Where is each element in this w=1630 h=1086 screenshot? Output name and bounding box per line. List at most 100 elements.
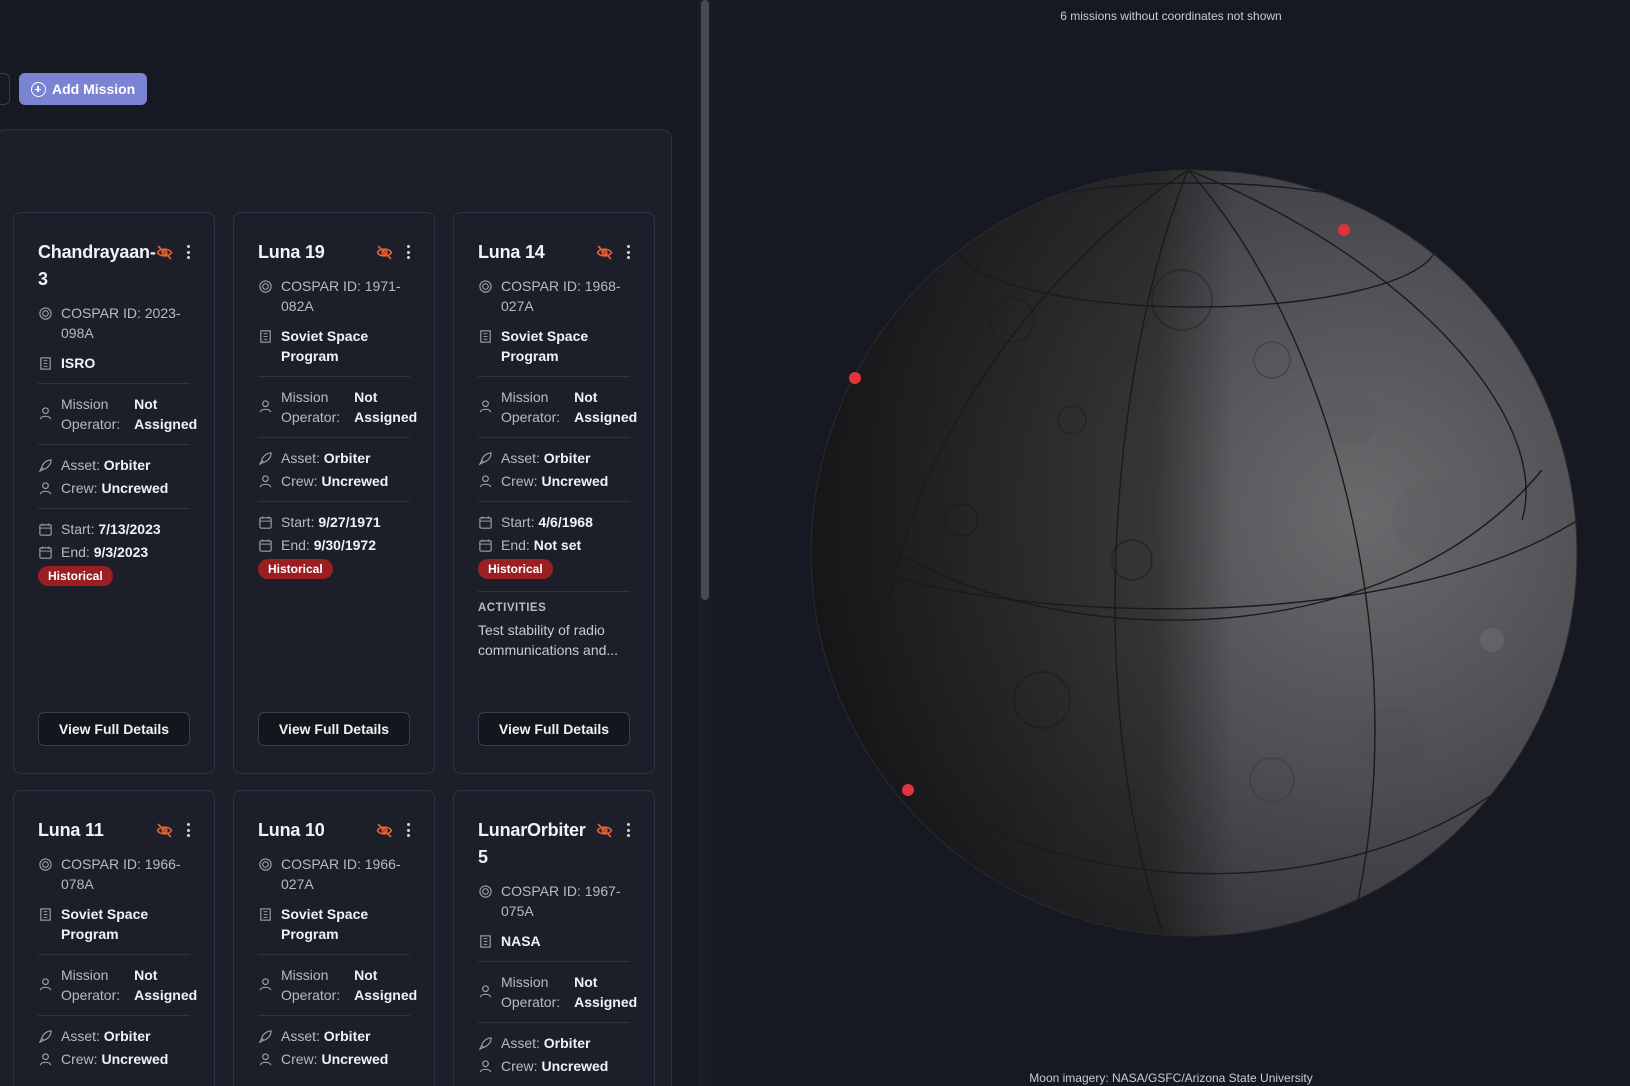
view-full-details-button[interactable]: View Full Details <box>478 712 630 746</box>
add-mission-button[interactable]: Add Mission <box>19 73 148 105</box>
scrollbar-thumb[interactable] <box>701 0 709 600</box>
toolbar-button-partial[interactable] <box>0 73 10 105</box>
building-icon <box>480 330 491 343</box>
more-options-icon[interactable] <box>186 245 190 259</box>
add-mission-label: Add Mission <box>52 81 136 97</box>
activities-heading: ACTIVITIES <box>478 602 547 614</box>
building-icon <box>40 357 51 370</box>
mission-marker[interactable] <box>1338 224 1350 236</box>
user-icon <box>259 475 272 488</box>
agency-row: Soviet Space Program <box>38 904 190 944</box>
crew-row: Crew: Uncrewed <box>38 1049 190 1069</box>
asset-row: Asset: Orbiter <box>258 448 410 468</box>
agency-row: Soviet Space Program <box>258 326 410 366</box>
fingerprint-icon <box>259 280 272 293</box>
mission-operator-row: Mission Operator: Not Assigned <box>38 394 197 434</box>
user-icon <box>39 1053 52 1066</box>
eye-off-icon[interactable] <box>596 823 613 838</box>
eye-off-icon[interactable] <box>596 245 613 260</box>
user-icon <box>479 400 492 413</box>
user-icon <box>259 400 272 413</box>
building-icon <box>40 908 51 921</box>
user-icon <box>39 978 52 991</box>
status-badge: Historical <box>478 559 553 579</box>
calendar-clock-icon <box>39 523 52 536</box>
mission-title: Luna 19 <box>258 242 325 262</box>
rocket-icon <box>478 1037 492 1051</box>
cospar-row: COSPAR ID: 1966- 027A <box>258 854 410 894</box>
cospar-row: COSPAR ID: 1971- 082A <box>258 276 410 316</box>
crew-row: Crew: Uncrewed <box>38 478 190 498</box>
eye-off-icon[interactable] <box>156 823 173 838</box>
fingerprint-icon <box>479 280 492 293</box>
mission-card: Chandrayaan- 3 COSPAR ID: 2023- 098A ISRO <box>13 212 215 774</box>
more-options-icon[interactable] <box>626 823 630 837</box>
calendar-clock-icon <box>259 516 272 529</box>
cospar-row: COSPAR ID: 1966- 078A <box>38 854 190 894</box>
mission-marker[interactable] <box>849 372 861 384</box>
cospar-row: COSPAR ID: 2023- 098A <box>38 303 190 343</box>
moon-globe-view[interactable]: 6 missions without coordinates not shown… <box>712 0 1630 1086</box>
moon-globe[interactable] <box>712 0 1630 1086</box>
user-icon <box>479 475 492 488</box>
fingerprint-icon <box>39 307 52 320</box>
fingerprint-icon <box>259 858 272 871</box>
mission-operator-row: Mission Operator: Not Assigned <box>258 965 417 1005</box>
view-full-details-button[interactable]: View Full Details <box>38 712 190 746</box>
eye-off-icon[interactable] <box>376 823 393 838</box>
mission-title: Luna 11 <box>38 820 104 840</box>
user-icon <box>259 1053 272 1066</box>
cospar-row: COSPAR ID: 1968- 027A <box>478 276 630 316</box>
rocket-icon <box>258 1030 272 1044</box>
eye-off-icon[interactable] <box>156 245 173 260</box>
building-icon <box>260 330 271 343</box>
asset-row: Asset: Orbiter <box>478 448 630 468</box>
end-date-row: End: 9/30/1972 <box>258 535 410 555</box>
eye-off-icon[interactable] <box>376 245 393 260</box>
imagery-credit: Moon imagery: NASA/GSFC/Arizona State Un… <box>1029 1071 1313 1085</box>
mission-card: Luna 19 COSPAR ID: 1971- 082A Soviet Spac… <box>233 212 435 774</box>
rocket-icon <box>38 1030 52 1044</box>
more-options-icon[interactable] <box>406 823 410 837</box>
calendar-clock-icon <box>479 516 492 529</box>
calendar-clock-icon <box>39 546 52 559</box>
end-date-row: End: Not set <box>478 535 630 555</box>
mission-marker[interactable] <box>902 784 914 796</box>
more-options-icon[interactable] <box>626 245 630 259</box>
building-icon <box>480 935 491 948</box>
rocket-icon <box>38 459 52 473</box>
user-icon <box>39 482 52 495</box>
start-date-row: Start: 9/27/1971 <box>258 512 410 532</box>
fingerprint-icon <box>39 858 52 871</box>
fingerprint-icon <box>479 885 492 898</box>
user-icon <box>259 978 272 991</box>
agency-row: Soviet Space Program <box>478 326 630 366</box>
crew-row: Crew: Uncrewed <box>258 471 410 491</box>
start-date-row: Start: 4/6/1968 <box>478 512 630 532</box>
view-full-details-button[interactable]: View Full Details <box>258 712 410 746</box>
hidden-missions-note: 6 missions without coordinates not shown <box>1060 9 1282 23</box>
more-options-icon[interactable] <box>406 245 410 259</box>
asset-row: Asset: Orbiter <box>38 455 190 475</box>
mission-operator-row: Mission Operator: Not Assigned <box>478 387 637 427</box>
mission-operator-row: Mission Operator: Not Assigned <box>478 972 637 1012</box>
building-icon <box>260 908 271 921</box>
agency-row: ISRO <box>38 353 190 373</box>
mission-title: Luna 10 <box>258 820 325 840</box>
user-icon <box>479 1060 492 1073</box>
mission-card: Luna 11 COSPAR ID: 1966- 078A Soviet Spac… <box>13 790 215 1086</box>
mission-title: Luna 14 <box>478 242 545 262</box>
more-options-icon[interactable] <box>186 823 190 837</box>
crew-row: Crew: Uncrewed <box>258 1049 410 1069</box>
asset-row: Asset: Orbiter <box>478 1033 630 1053</box>
rocket-icon <box>258 452 272 466</box>
activities-text: Test stability of radio communications an… <box>478 622 619 658</box>
crew-row: Crew: Uncrewed <box>478 471 630 491</box>
mission-card: Luna 14 COSPAR ID: 1968- 027A Soviet Spac… <box>453 212 655 774</box>
mission-card: LunarOrbiter 5 COSPAR ID: 1967- 075A NASA <box>453 790 655 1086</box>
asset-row: Asset: Orbiter <box>258 1026 410 1046</box>
asset-row: Asset: Orbiter <box>38 1026 190 1046</box>
mission-operator-row: Mission Operator: Not Assigned <box>258 387 417 427</box>
user-icon <box>479 985 492 998</box>
status-badge: Historical <box>258 559 333 579</box>
